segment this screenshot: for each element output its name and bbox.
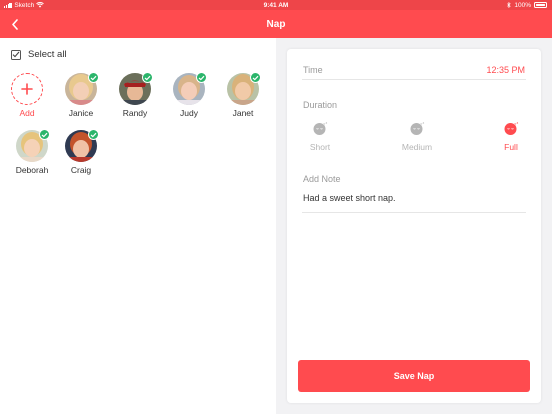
child-item[interactable]: Janice (54, 72, 108, 118)
time-value[interactable]: 12:35 PM (486, 65, 525, 75)
child-item[interactable]: Craig (54, 129, 108, 175)
nap-form-card: Time 12:35 PM Duration zz Short zz Mediu… (287, 49, 541, 403)
duration-option-label: Short (309, 142, 331, 152)
sleep-face-icon: zz (410, 121, 424, 135)
child-item[interactable]: Randy (108, 72, 162, 118)
svg-text:z: z (516, 121, 518, 125)
child-name: Craig (70, 165, 92, 175)
duration-option-label: Full (504, 142, 518, 152)
child-name: Judy (180, 108, 198, 118)
status-right: 100% (507, 2, 547, 9)
save-nap-button[interactable]: Save Nap (298, 360, 530, 392)
selected-check-icon (88, 72, 99, 83)
children-panel: Select all Add Janice Randy Judy Janet D… (0, 38, 276, 414)
avatar (65, 72, 99, 105)
add-child-button[interactable]: Add (0, 73, 54, 118)
note-input[interactable]: Had a sweet short nap. (302, 193, 526, 213)
avatar (65, 129, 99, 162)
bluetooth-icon (507, 2, 512, 8)
child-name: Janet (232, 108, 254, 118)
avatar (119, 72, 153, 105)
add-circle (11, 73, 43, 105)
status-bar: Sketch 9:41 AM 100% (0, 0, 552, 10)
note-label: Add Note (303, 174, 341, 184)
selected-check-icon (142, 72, 153, 83)
duration-option-full[interactable]: zz Full (491, 121, 531, 152)
duration-option-label: Medium (401, 142, 433, 152)
avatar (227, 72, 261, 105)
selected-check-icon (196, 72, 207, 83)
page-title: Nap (266, 19, 286, 30)
sleep-face-icon: zz (313, 121, 327, 135)
check-icon (12, 51, 20, 58)
select-all-row[interactable]: Select all (11, 49, 67, 60)
plus-icon (21, 83, 33, 95)
child-item[interactable]: Judy (162, 72, 216, 118)
select-all-label: Select all (28, 49, 67, 60)
time-row[interactable]: Time 12:35 PM (302, 63, 526, 80)
svg-text:z: z (422, 121, 424, 125)
child-name: Randy (122, 108, 148, 118)
time-label: Time (303, 65, 323, 75)
child-item[interactable]: Janet (216, 72, 270, 118)
add-label: Add (19, 108, 35, 118)
avatar (16, 129, 50, 162)
selected-check-icon (39, 129, 50, 140)
duration-label: Duration (303, 100, 338, 110)
status-time: 9:41 AM (263, 1, 289, 9)
duration-option-short[interactable]: zz Short (300, 121, 340, 152)
nav-bar: Nap (0, 10, 552, 38)
select-all-checkbox[interactable] (11, 49, 21, 60)
avatar (173, 72, 207, 105)
sleep-face-icon: zz (504, 121, 518, 135)
battery-percent: 100% (514, 1, 531, 9)
selected-check-icon (250, 72, 261, 83)
child-name: Janice (68, 108, 94, 118)
svg-text:z: z (325, 121, 327, 125)
child-name: Deborah (15, 165, 49, 175)
battery-icon (534, 2, 547, 8)
child-item[interactable]: Deborah (5, 129, 59, 175)
selected-check-icon (88, 129, 99, 140)
duration-option-medium[interactable]: zz Medium (397, 121, 437, 152)
